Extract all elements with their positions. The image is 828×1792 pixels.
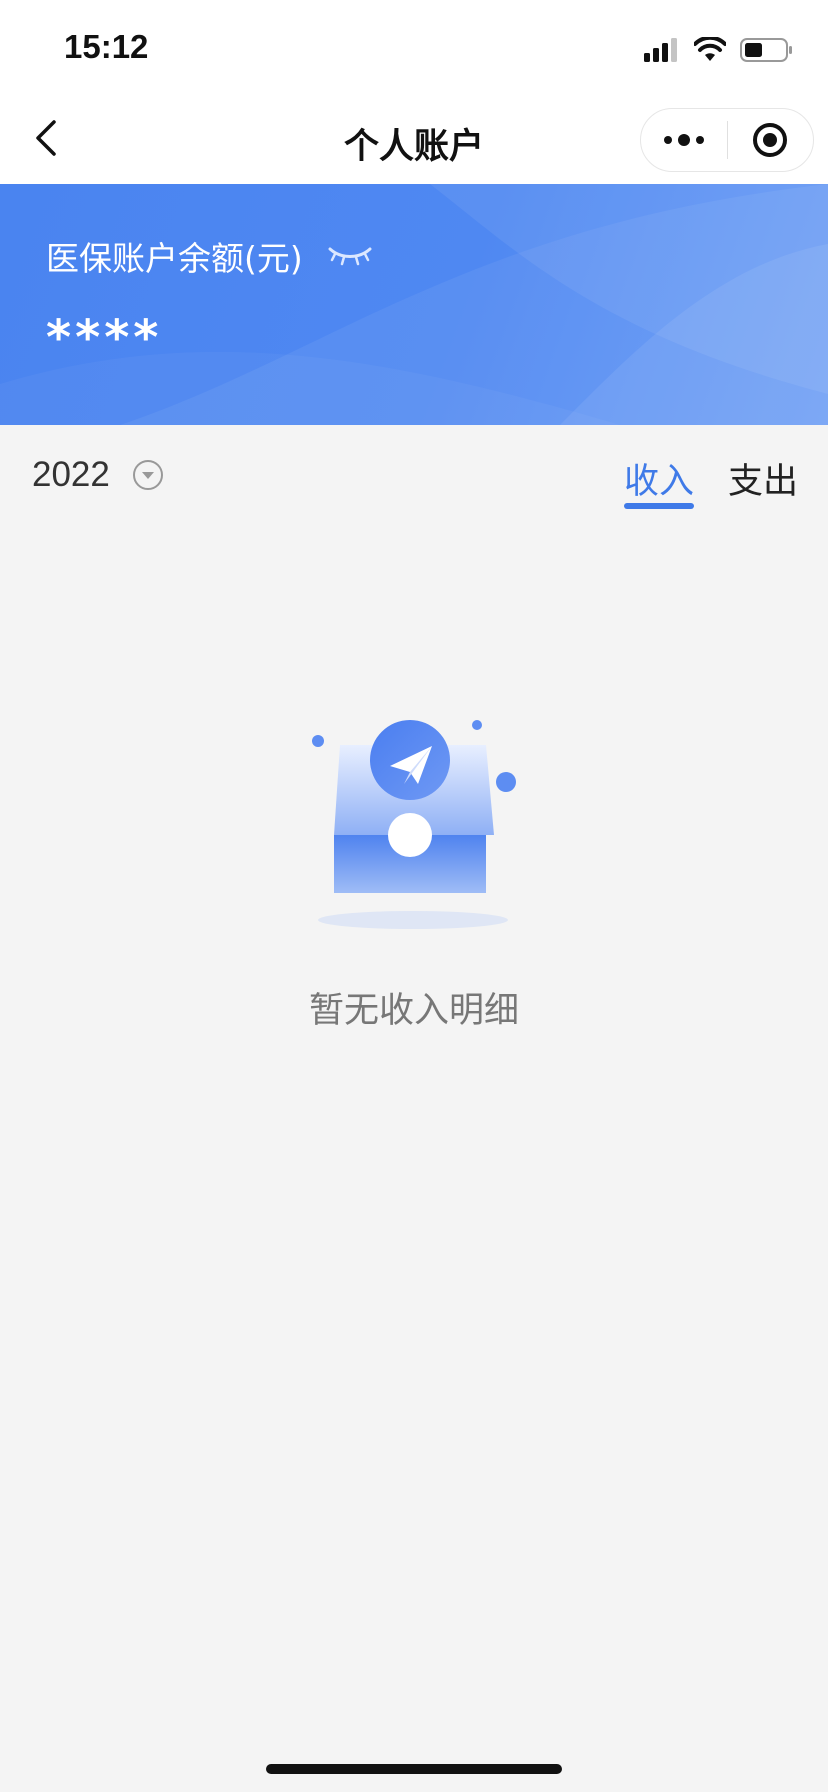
filter-row: 2022 收入 支出 <box>0 425 828 525</box>
status-icons <box>644 34 794 66</box>
empty-state-text: 暂无收入明细 <box>308 991 519 1031</box>
nav-bar: 个人账户 <box>0 92 828 184</box>
year-picker[interactable]: 2022 <box>32 455 164 495</box>
home-indicator <box>266 1764 562 1774</box>
tab-expense[interactable]: 支出 <box>728 453 798 504</box>
close-button[interactable] <box>728 109 814 171</box>
tab-active-indicator <box>624 503 694 509</box>
balance-label: 医保账户余额(元) <box>46 239 303 278</box>
eye-closed-icon[interactable] <box>327 245 373 267</box>
status-bar: 15:12 <box>0 0 828 92</box>
more-dots-icon <box>663 134 704 146</box>
dropdown-circle-icon <box>132 460 163 490</box>
battery-icon <box>740 38 792 62</box>
empty-inbox-icon <box>312 720 516 929</box>
status-time: 15:12 <box>64 28 149 65</box>
signal-icon <box>644 38 677 62</box>
more-button[interactable] <box>641 109 727 171</box>
banner-texture <box>0 184 828 425</box>
balance-value: **** <box>46 310 163 366</box>
balance-banner: 医保账户余额(元) **** <box>0 184 828 425</box>
wifi-icon <box>694 37 726 61</box>
tab-income[interactable]: 收入 <box>624 453 694 504</box>
mini-program-capsule <box>640 108 814 172</box>
target-close-icon <box>753 123 788 157</box>
balance-label-row: 医保账户余额(元) <box>46 232 373 280</box>
year-text: 2022 <box>32 455 110 494</box>
